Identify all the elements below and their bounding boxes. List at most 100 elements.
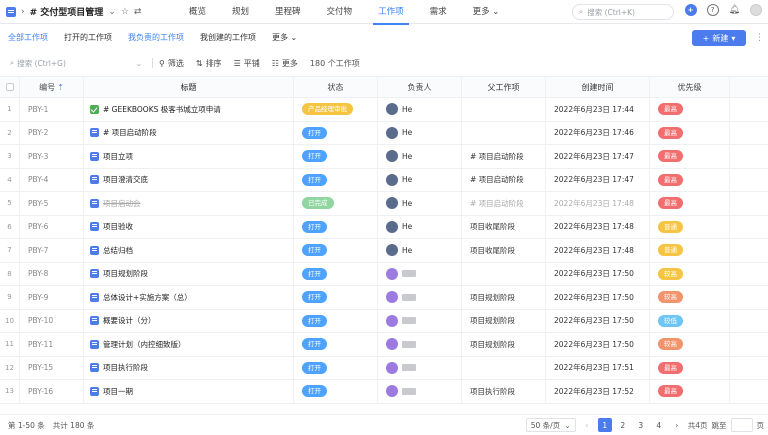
table-row[interactable]: 4 PBY-4 项目澄清交底 打开 He # 项目启动阶段 2022年6月23日 17:47… [0,168,768,192]
work-item-title[interactable]: 项目立项 [84,145,294,168]
work-item-title[interactable]: 总体设计+实施方案（总） [84,286,294,309]
table-row[interactable]: 7 PBY-7 总结归档 打开 He 项目收尾阶段 2022年6月23日 17:48 普通 [0,239,768,263]
owner-cell[interactable]: He [378,145,462,168]
bell-icon[interactable]: 🔔︎ [729,5,740,15]
work-item-id[interactable]: PBY-10 [20,309,84,332]
owner-cell[interactable]: He [378,121,462,144]
work-item-title[interactable]: 项目澄清交底 [84,168,294,191]
parent-work-item[interactable] [462,98,546,121]
status-badge[interactable]: 打开 [302,173,327,186]
owner-cell[interactable]: He [378,215,462,238]
priority-cell[interactable]: 最高 [650,145,730,168]
owner-cell[interactable]: He [378,168,462,191]
chevron-right-icon[interactable]: › [21,7,25,17]
priority-badge[interactable]: 最高 [658,173,683,186]
parent-work-item[interactable]: # 项目启动阶段 [462,145,546,168]
page-button-3[interactable]: 3 [634,418,648,432]
status-cell[interactable]: 打开 [294,239,378,262]
new-button[interactable]: + 新建 ▾ [692,30,746,46]
tab-my-assigned[interactable]: 我负责的工作项 [120,27,192,49]
nav-planning[interactable]: 规划 [219,0,262,24]
page-button-4[interactable]: 4 [652,418,666,432]
parent-work-item[interactable]: # 项目启动阶段 [462,192,546,215]
status-cell[interactable]: 打开 [294,356,378,379]
owner-cell[interactable] [378,286,462,309]
work-item-title[interactable]: # GEEKBOOKS 极客书城立项申请 [84,98,294,121]
page-size-select[interactable]: 50 条/页 ⌄ [525,418,576,432]
status-badge[interactable]: 打开 [302,150,327,163]
owner-cell[interactable]: He [378,192,462,215]
parent-work-item[interactable]: 项目规划阶段 [462,333,546,356]
priority-badge[interactable]: 最高 [658,361,683,374]
chevron-down-icon[interactable]: ⌄ [136,59,142,68]
nav-overview[interactable]: 概览 [176,0,219,24]
status-badge[interactable]: 打开 [302,126,327,139]
tab-open-work-items[interactable]: 打开的工作项 [56,27,120,49]
work-item-title[interactable]: 管理计划（内控细致版） [84,333,294,356]
table-row[interactable]: 1 PBY-1 # GEEKBOOKS 极客书城立项申请 产品经理审批 He 2022年6… [0,98,768,122]
work-item-id[interactable]: PBY-1 [20,98,84,121]
work-item-id[interactable]: PBY-11 [20,333,84,356]
project-title[interactable]: # 交付型项目管理 [30,5,104,18]
status-badge[interactable]: 打开 [302,291,327,304]
column-header-created[interactable]: 创建时间 [546,77,650,97]
priority-cell[interactable]: 普通 [650,239,730,262]
priority-cell[interactable]: 最高 [650,98,730,121]
work-item-id[interactable]: PBY-5 [20,192,84,215]
table-row[interactable]: 8 PBY-8 项目规划阶段 打开 2022年6月23日 17:50 较高 [0,262,768,286]
priority-cell[interactable]: 最高 [650,168,730,191]
priority-cell[interactable]: 较高 [650,262,730,285]
swap-icon[interactable]: ⇄ [134,7,142,17]
status-cell[interactable]: 打开 [294,333,378,356]
table-row[interactable]: 11 PBY-11 管理计划（内控细致版） 打开 项目规划阶段 2022年6月23日 17… [0,333,768,357]
priority-cell[interactable]: 普通 [650,215,730,238]
table-row[interactable]: 12 PBY-15 项目执行阶段 打开 2022年6月23日 17:51 最高 [0,356,768,380]
priority-badge[interactable]: 最高 [658,197,683,210]
column-header-status[interactable]: 状态 [294,77,378,97]
priority-badge[interactable]: 最高 [658,103,683,116]
status-badge[interactable]: 打开 [302,220,327,233]
work-item-id[interactable]: PBY-15 [20,356,84,379]
work-item-id[interactable]: PBY-6 [20,215,84,238]
status-badge[interactable]: 打开 [302,314,327,327]
work-item-id[interactable]: PBY-4 [20,168,84,191]
parent-work-item[interactable]: 项目规划阶段 [462,309,546,332]
priority-badge[interactable]: 普通 [658,220,683,233]
page-button-2[interactable]: 2 [616,418,630,432]
work-item-id[interactable]: PBY-8 [20,262,84,285]
owner-cell[interactable] [378,356,462,379]
status-badge[interactable]: 打开 [302,267,327,280]
select-all-checkbox[interactable] [5,83,14,91]
status-cell[interactable]: 打开 [294,168,378,191]
table-row[interactable]: 6 PBY-6 项目验收 打开 He 项目收尾阶段 2022年6月23日 17:48 普通 [0,215,768,239]
priority-badge[interactable]: 最高 [658,150,683,163]
priority-badge[interactable]: 较高 [658,338,683,351]
tile-view-button[interactable]: ☰ 平铺 [234,58,260,69]
view-options-icon[interactable]: ⋮ [755,33,764,43]
parent-work-item[interactable]: 项目收尾阶段 [462,215,546,238]
owner-cell[interactable] [378,380,462,403]
work-item-title[interactable]: 总结归档 [84,239,294,262]
add-icon[interactable]: + [684,4,697,16]
nav-requirements[interactable]: 需求 [417,0,460,24]
jump-page-input[interactable] [730,418,753,432]
priority-badge[interactable]: 较低 [658,314,683,327]
work-item-title[interactable]: 项目执行阶段 [84,356,294,379]
owner-cell[interactable] [378,262,462,285]
parent-work-item[interactable]: 项目收尾阶段 [462,239,546,262]
table-row[interactable]: 9 PBY-9 总体设计+实施方案（总） 打开 项目规划阶段 2022年6月23日 17:… [0,286,768,310]
tab-more[interactable]: 更多 ⌄ [264,27,305,49]
tab-all-work-items[interactable]: 全部工作项 [0,27,56,49]
priority-badge[interactable]: 较高 [658,267,683,280]
avatar[interactable] [750,4,762,16]
work-item-title[interactable]: 项目一期 [84,380,294,403]
status-badge[interactable]: 已完成 [302,197,334,210]
status-badge[interactable]: 打开 [302,338,327,351]
owner-cell[interactable] [378,333,462,356]
status-cell[interactable]: 产品经理审批 [294,98,378,121]
column-header-title[interactable]: 标题 [84,77,294,97]
priority-cell[interactable]: 最高 [650,121,730,144]
owner-cell[interactable]: He [378,239,462,262]
column-header-owner[interactable]: 负责人 [378,77,462,97]
priority-badge[interactable]: 最高 [658,126,683,139]
